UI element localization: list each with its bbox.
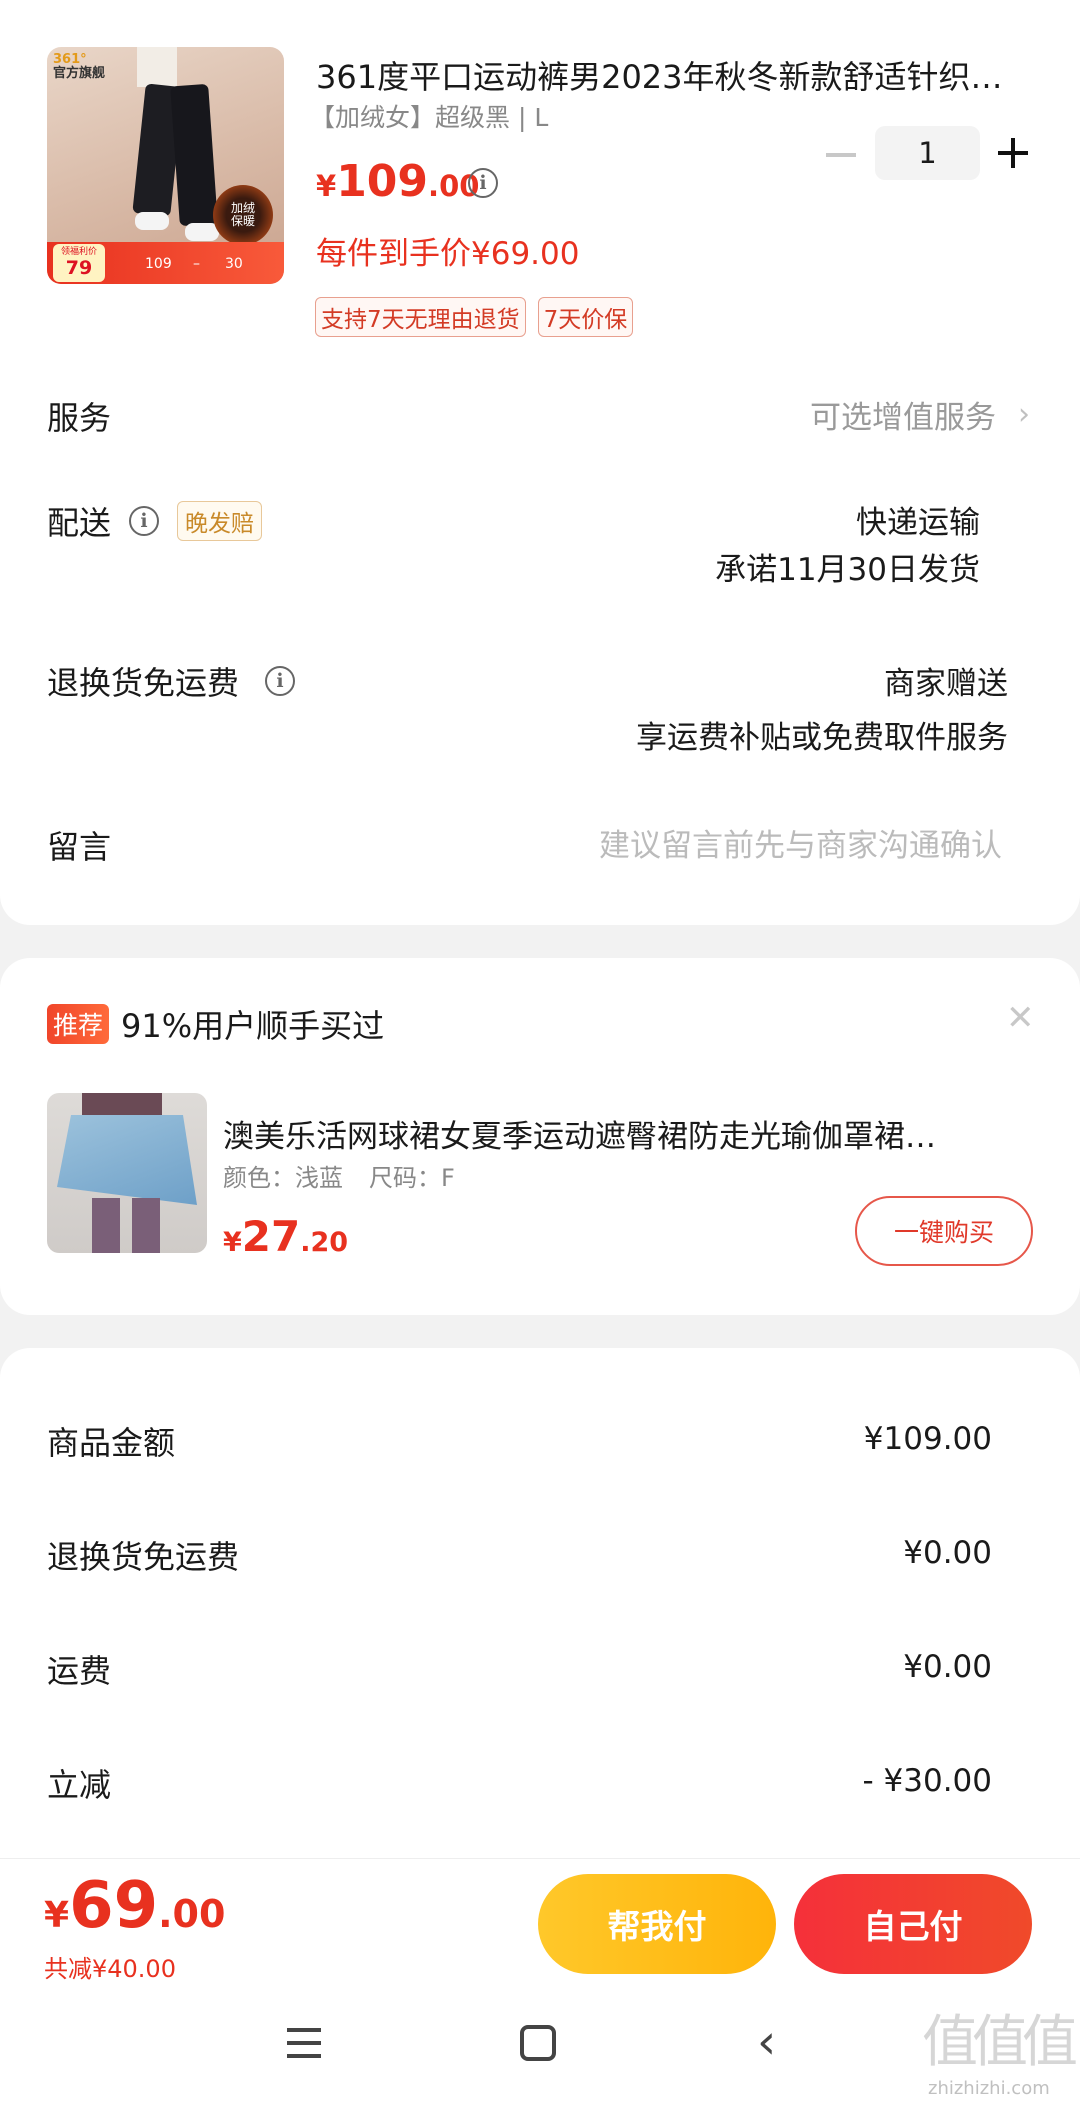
total-price: ¥69.00 bbox=[44, 1869, 226, 1943]
tag-price-protect: 7天价保 bbox=[537, 297, 634, 337]
watermark-logo: 值值值 bbox=[922, 2010, 1078, 2075]
delivery-method[interactable]: 快递运输 bbox=[856, 497, 980, 542]
note-label: 留言 bbox=[47, 828, 112, 866]
return-freight-row: 退换货免运费 i bbox=[47, 658, 296, 704]
recommend-card: 推荐 91%用户顺手买过 ✕ 澳美乐活网球裙女夏季运动遮臀裙防走光瑜伽罩裙… 颜… bbox=[0, 958, 1080, 1315]
delivery-row: 配送 i 晚发赔 bbox=[47, 498, 263, 544]
delivery-info-icon[interactable]: i bbox=[129, 506, 160, 536]
summary-return-label: 退换货免运费 bbox=[47, 1538, 240, 1576]
product-thumbnail[interactable]: 361° 官方旗舰 加绒 保暖 领福利价 79 109 – 30 bbox=[47, 47, 284, 284]
plus-icon[interactable] bbox=[998, 138, 1028, 168]
summary-discount-value: - ¥30.00 bbox=[862, 1763, 992, 1799]
late-compensation-badge: 晚发赔 bbox=[177, 501, 263, 541]
summary-shipping-label: 运费 bbox=[47, 1652, 112, 1690]
checkout-bar: ¥69.00 共减¥40.00 帮我付 自己付 bbox=[0, 1858, 1080, 1988]
info-icon[interactable]: i bbox=[468, 168, 498, 198]
return-freight-desc: 享运费补贴或免费取件服务 bbox=[636, 720, 1008, 756]
back-icon[interactable]: ‹ bbox=[757, 2018, 776, 2066]
minus-icon[interactable] bbox=[826, 153, 856, 157]
recommend-item-title[interactable]: 澳美乐活网球裙女夏季运动遮臀裙防走光瑜伽罩裙… bbox=[223, 1111, 1013, 1156]
recommend-item-spec: 颜色：浅蓝 尺码：F bbox=[223, 1164, 455, 1192]
service-row[interactable]: 可选增值服务 › bbox=[810, 392, 1030, 437]
recommend-header: 推荐 91%用户顺手买过 bbox=[47, 1001, 384, 1047]
recommend-item-image[interactable] bbox=[47, 1093, 207, 1253]
return-freight-value: 商家赠送 bbox=[884, 666, 1008, 702]
summary-goods-label: 商品金额 bbox=[47, 1424, 176, 1462]
promo-bar: 领福利价 79 109 – 30 bbox=[47, 242, 284, 284]
summary-return-value: ¥0.00 bbox=[903, 1535, 992, 1571]
final-price-label: 每件到手价¥69.00 bbox=[316, 236, 580, 272]
quantity-stepper[interactable]: 1 bbox=[875, 126, 980, 180]
chevron-right-icon: › bbox=[1018, 397, 1030, 432]
order-card: 361° 官方旗舰 加绒 保暖 领福利价 79 109 – 30 361度平口运动… bbox=[0, 0, 1080, 925]
brand-logo: 361° 官方旗舰 bbox=[53, 52, 106, 82]
self-pay-button[interactable]: 自己付 bbox=[794, 1874, 1032, 1974]
note-input[interactable]: 建议留言前先与商家沟通确认 bbox=[599, 820, 1002, 865]
summary-shipping-value: ¥0.00 bbox=[903, 1649, 992, 1685]
service-tags: 支持7天无理由退货 7天价保 bbox=[315, 297, 634, 337]
one-click-buy-button[interactable]: 一键购买 bbox=[855, 1196, 1033, 1266]
product-title[interactable]: 361度平口运动裤男2023年秋冬新款舒适针织… bbox=[316, 52, 1036, 98]
total-discount: 共减¥40.00 bbox=[44, 1955, 176, 1983]
product-price: ¥109.00 bbox=[316, 156, 480, 207]
service-label: 服务 bbox=[47, 399, 112, 437]
product-variant[interactable]: 【加绒女】超级黑 | L bbox=[310, 98, 548, 134]
menu-icon[interactable] bbox=[287, 2026, 321, 2060]
help-pay-button[interactable]: 帮我付 bbox=[538, 1874, 776, 1974]
summary-goods-value: ¥109.00 bbox=[863, 1421, 992, 1457]
return-info-icon[interactable]: i bbox=[265, 666, 296, 696]
home-icon[interactable] bbox=[520, 2025, 556, 2061]
summary-discount-label: 立减 bbox=[47, 1766, 112, 1804]
recommend-badge: 推荐 bbox=[47, 1004, 110, 1044]
system-nav-bar: ‹ 值值值 zhizhizhi.com bbox=[0, 1988, 1080, 2111]
watermark-url: zhizhizhi.com bbox=[928, 2078, 1050, 2099]
tag-7day-return: 支持7天无理由退货 bbox=[315, 297, 526, 337]
recommend-item-price: ¥27.20 bbox=[223, 1212, 349, 1261]
delivery-promise: 承诺11月30日发货 bbox=[715, 552, 980, 588]
close-icon[interactable]: ✕ bbox=[1006, 998, 1035, 1038]
warm-badge: 加绒 保暖 bbox=[213, 185, 273, 245]
